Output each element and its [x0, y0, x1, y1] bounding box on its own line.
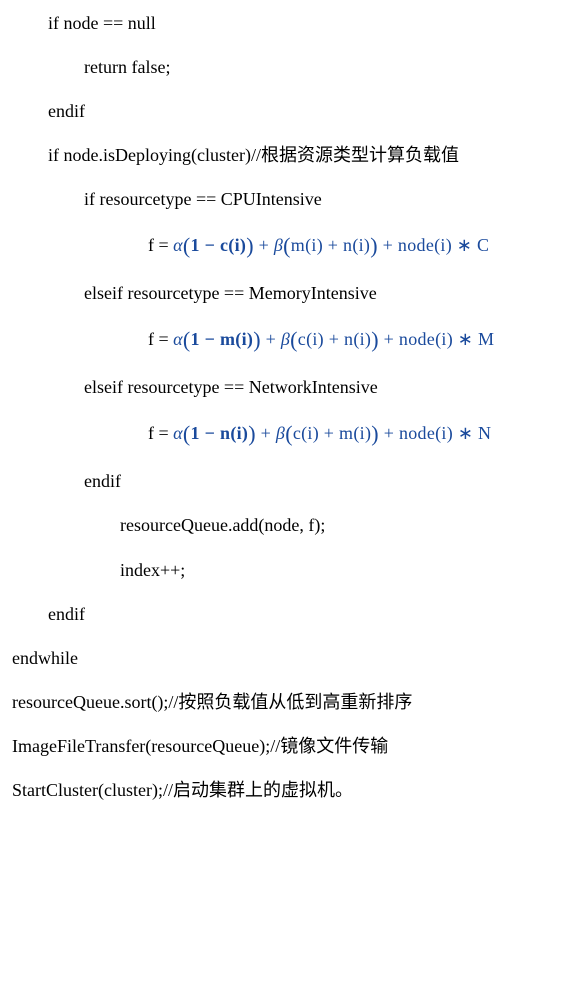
- code-line: endif: [12, 468, 571, 494]
- alpha-symbol: α: [173, 423, 183, 443]
- beta-inner: c(i) + n(i): [298, 329, 371, 349]
- formula-prefix: f =: [148, 329, 173, 349]
- alpha-symbol: α: [173, 235, 183, 255]
- code-line: endwhile: [12, 645, 571, 671]
- code-line: elseif resourcetype == NetworkIntensive: [12, 374, 571, 400]
- formula-memory: α(1 − m(i)) + β(c(i) + n(i)) + node(i) ∗…: [173, 329, 494, 349]
- code-line: StartCluster(cluster);//启动集群上的虚拟机。: [12, 777, 571, 803]
- alpha-inner: 1 − m(i): [191, 329, 254, 349]
- formula-tail: + node(i) ∗ C: [378, 235, 489, 255]
- formula-line-network: f = α(1 − n(i)) + β(c(i) + m(i)) + node(…: [12, 418, 571, 450]
- formula-prefix: f =: [148, 423, 173, 443]
- formula-network: α(1 − n(i)) + β(c(i) + m(i)) + node(i) ∗…: [173, 423, 491, 443]
- beta-inner: c(i) + m(i): [293, 423, 371, 443]
- code-line: elseif resourcetype == MemoryIntensive: [12, 280, 571, 306]
- formula-prefix: f =: [148, 235, 173, 255]
- beta-symbol: β: [276, 423, 285, 443]
- alpha-inner: 1 − c(i): [191, 235, 247, 255]
- formula-line-memory: f = α(1 − m(i)) + β(c(i) + n(i)) + node(…: [12, 324, 571, 356]
- plus-symbol: +: [256, 423, 276, 443]
- beta-symbol: β: [281, 329, 290, 349]
- beta-inner: m(i) + n(i): [291, 235, 370, 255]
- code-line: ImageFileTransfer(resourceQueue);//镜像文件传…: [12, 733, 571, 759]
- code-line: resourceQueue.sort();//按照负载值从低到高重新排序: [12, 689, 571, 715]
- formula-tail: + node(i) ∗ N: [379, 423, 491, 443]
- code-line: index++;: [12, 557, 571, 583]
- code-line: if node == null: [12, 10, 571, 36]
- code-line: return false;: [12, 54, 571, 80]
- plus-symbol: +: [261, 329, 281, 349]
- code-line: if resourcetype == CPUIntensive: [12, 186, 571, 212]
- alpha-symbol: α: [173, 329, 183, 349]
- code-line: endif: [12, 601, 571, 627]
- formula-line-cpu: f = α(1 − c(i)) + β(m(i) + n(i)) + node(…: [12, 230, 571, 262]
- plus-symbol: +: [254, 235, 274, 255]
- alpha-inner: 1 − n(i): [191, 423, 249, 443]
- code-line: resourceQueue.add(node, f);: [12, 512, 571, 538]
- beta-symbol: β: [274, 235, 283, 255]
- code-line: if node.isDeploying(cluster)//根据资源类型计算负载…: [12, 142, 571, 168]
- code-line: endif: [12, 98, 571, 124]
- formula-cpu: α(1 − c(i)) + β(m(i) + n(i)) + node(i) ∗…: [173, 235, 489, 255]
- formula-tail: + node(i) ∗ M: [379, 329, 494, 349]
